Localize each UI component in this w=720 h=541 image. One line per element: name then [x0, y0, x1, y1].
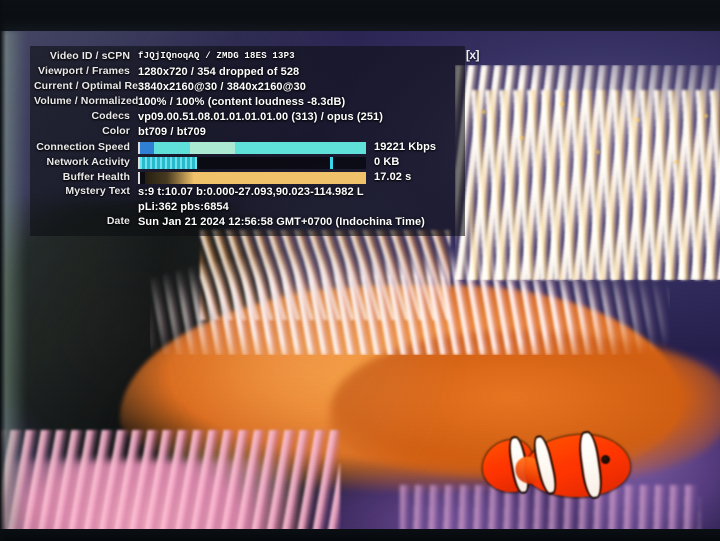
- stat-value-date: Sun Jan 21 2024 12:56:58 GMT+0700 (Indoc…: [138, 216, 425, 228]
- stats-for-nerds-panel: Video ID / sCPN fJQjIQnoqAQ / ZMDG 18ES …: [30, 46, 480, 236]
- stats-row-mystery-text-cont: pLi:362 pbs:6854: [34, 200, 459, 215]
- stat-label-color: Color: [102, 125, 130, 137]
- stat-value-codecs: vp09.00.51.08.01.01.01.01.00 (313) / opu…: [138, 111, 384, 123]
- stat-value-viewport-frames: 1280x720 / 354 dropped of 528: [138, 66, 300, 78]
- stat-value-video-id: fJQjIQnoqAQ / ZMDG 18ES 13P3: [138, 51, 295, 61]
- stat-label-volume: Volume / Normalized: [34, 95, 139, 107]
- stat-value-mystery-text-line2: pLi:362 pbs:6854: [138, 201, 229, 213]
- stat-value-volume: 100% / 100% (content loudness -8.3dB): [138, 96, 346, 108]
- buffer-health-readout: 17.02 s: [374, 171, 412, 184]
- anemone-pink-bottom: [0, 460, 300, 530]
- stats-row-buffer-health: Buffer Health 17.02 s: [34, 170, 459, 185]
- stats-row-connection-speed: Connection Speed 19221 Kbps: [34, 140, 459, 155]
- stats-row-volume: Volume / Normalized 100% / 100% (content…: [34, 95, 459, 110]
- stats-row-viewport-frames: Viewport / Frames 1280x720 / 354 dropped…: [34, 65, 459, 80]
- close-icon[interactable]: [x]: [466, 48, 480, 63]
- stats-row-network-activity: Network Activity 0 KB: [34, 155, 459, 170]
- buffer-health-bar-consumed: [144, 171, 195, 184]
- buffer-health-graph: [138, 171, 366, 184]
- stats-row-mystery-text: Mystery Text s:9 t:10.07 b:0.000-27.093,…: [34, 185, 459, 200]
- stats-row-resolution: Current / Optimal Res 3840x2160@30 / 384…: [34, 80, 459, 95]
- stat-label-connection-speed: Connection Speed: [36, 140, 130, 153]
- stat-label-viewport-frames: Viewport / Frames: [38, 65, 130, 77]
- stat-value-mystery-text-line1: s:9 t:10.07 b:0.000-27.093,90.023-114.98…: [138, 186, 364, 198]
- connection-speed-bar-highlight: [189, 141, 235, 154]
- monitor-bezel-left: [0, 0, 6, 541]
- stat-label-resolution: Current / Optimal Res: [34, 80, 145, 92]
- network-activity-graph: [138, 156, 366, 169]
- stats-row-codecs: Codecs vp09.00.51.08.01.01.01.01.00 (313…: [34, 110, 459, 125]
- clownfish-eye: [601, 455, 610, 464]
- anemone-tentacles-top-right-2: [470, 90, 720, 280]
- connection-speed-bar: [140, 141, 366, 154]
- clownfish-main: [511, 432, 630, 498]
- stats-row-color: Color bt709 / bt709: [34, 125, 459, 140]
- stat-label-mystery-text: Mystery Text: [65, 185, 130, 197]
- stat-label-network-activity: Network Activity: [46, 155, 130, 168]
- letterbox-top-bar: [0, 0, 720, 31]
- connection-speed-graph: [138, 141, 366, 154]
- network-activity-bar: [140, 156, 197, 169]
- anemone-tentacles-top-right: [455, 65, 720, 280]
- stat-label-codecs: Codecs: [91, 110, 130, 122]
- stat-label-date: Date: [106, 215, 130, 227]
- letterbox-bottom-bar: [0, 529, 720, 541]
- stat-value-color: bt709 / bt709: [138, 126, 206, 138]
- stats-row-video-id: Video ID / sCPN fJQjIQnoqAQ / ZMDG 18ES …: [34, 50, 459, 65]
- stat-value-resolution: 3840x2160@30 / 3840x2160@30: [138, 81, 306, 93]
- screen-photograph: Video ID / sCPN fJQjIQnoqAQ / ZMDG 18ES …: [0, 0, 720, 541]
- stats-row-date: Date Sun Jan 21 2024 12:56:58 GMT+0700 (…: [34, 215, 459, 230]
- stat-label-video-id: Video ID / sCPN: [49, 50, 130, 62]
- network-activity-tick: [329, 156, 333, 169]
- network-activity-readout: 0 KB: [374, 156, 400, 169]
- stat-label-buffer-health: Buffer Health: [62, 170, 130, 183]
- connection-speed-readout: 19221 Kbps: [374, 141, 437, 154]
- anemone-tentacle-tips-yellow: [470, 90, 720, 210]
